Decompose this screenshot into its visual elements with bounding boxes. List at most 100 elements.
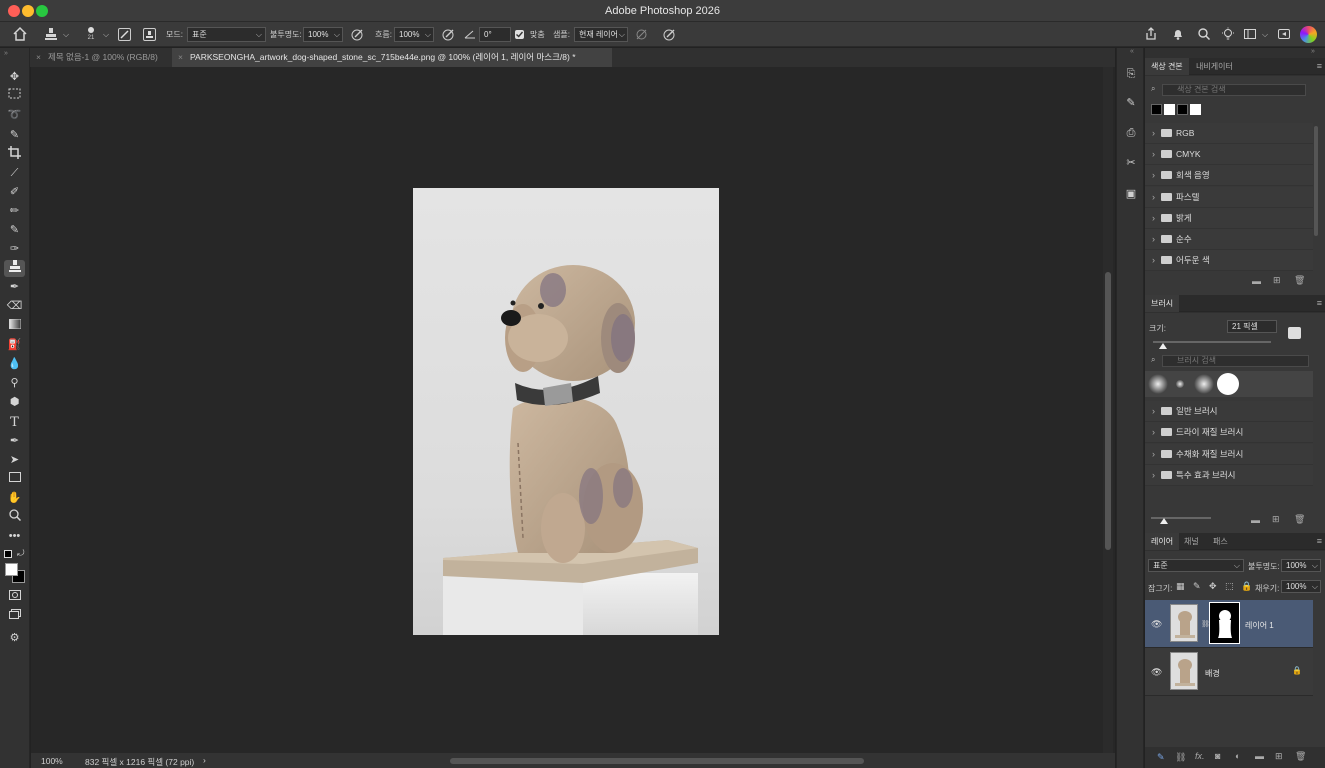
generative-icon[interactable]: [1277, 27, 1291, 41]
tab-layers[interactable]: 레이어: [1145, 533, 1180, 550]
collapse-icon[interactable]: »: [4, 50, 8, 57]
discover-lightbulb-icon[interactable]: [1221, 27, 1235, 41]
blend-mode-select[interactable]: 표준 ⌵: [1148, 559, 1244, 572]
flow-input[interactable]: 100% ⌵: [394, 27, 434, 42]
swatch-folder-cmyk[interactable]: › CMYK: [1145, 144, 1313, 165]
swatch-folder-pure[interactable]: › 순수: [1145, 229, 1313, 250]
foreground-color-swatch[interactable]: [5, 563, 18, 576]
soft-round-brush-icon[interactable]: [1148, 374, 1168, 394]
layer-name[interactable]: 레이어 1: [1245, 620, 1274, 631]
healing-brush-tool-icon[interactable]: ✐: [4, 184, 25, 201]
eyedropper-tool-icon[interactable]: ⟋: [4, 165, 25, 182]
history-panel-icon[interactable]: ⎘: [1122, 65, 1140, 83]
tool-preset-chevron-icon[interactable]: ⌵: [63, 22, 69, 47]
pen-tool-icon[interactable]: ✒: [4, 433, 25, 450]
fx-icon[interactable]: fx.: [1195, 751, 1205, 761]
new-layer-icon[interactable]: ⊞: [1275, 751, 1283, 762]
recent-swatch-4[interactable]: [1190, 104, 1201, 115]
dodge-tool-icon[interactable]: ⚲: [4, 375, 25, 392]
collapse-icon[interactable]: »: [1311, 48, 1315, 55]
brush-folder-general[interactable]: › 일반 브러시: [1145, 401, 1313, 422]
sample-select[interactable]: 현재 레이어 ⌵: [574, 27, 628, 42]
quick-selection-tool-icon[interactable]: ✎: [4, 127, 25, 144]
brush-settings-panel-icon[interactable]: ✎: [1122, 94, 1140, 112]
pencil-tool-icon[interactable]: ✎: [4, 222, 25, 239]
layer-opacity-input[interactable]: 100% ⌵: [1281, 559, 1321, 572]
sponge-tool-icon[interactable]: ⬢: [4, 394, 25, 411]
close-tab-icon[interactable]: ×: [178, 48, 183, 67]
tab-brushes[interactable]: 브러시: [1145, 295, 1180, 312]
canvas-vertical-scrollbar[interactable]: [1103, 67, 1113, 753]
lock-artboard-icon[interactable]: ⬚: [1225, 581, 1234, 592]
brush-preset-picker[interactable]: 21: [84, 24, 98, 44]
bell-icon[interactable]: [1171, 27, 1185, 41]
brush-tool-icon[interactable]: ✏: [4, 203, 25, 220]
clone-source-icon[interactable]: [143, 28, 156, 41]
adjustment-layer-icon[interactable]: ◐: [1235, 751, 1240, 761]
layer-row-background[interactable]: 👁 배경 🔒: [1145, 648, 1313, 696]
share-icon[interactable]: [1144, 27, 1158, 41]
horizontal-scroll-thumb[interactable]: [450, 758, 864, 764]
swap-colors-icon[interactable]: ⤾: [17, 548, 25, 559]
pressure-size-icon[interactable]: [662, 27, 677, 42]
blur-tool-icon[interactable]: 💧: [4, 356, 25, 373]
mode-select[interactable]: 표준 ⌵: [187, 27, 266, 42]
clone-source-panel-icon[interactable]: ⎙: [1122, 124, 1140, 142]
aligned-checkbox[interactable]: [515, 30, 524, 39]
crop-tool-icon[interactable]: [4, 146, 25, 163]
angle-input[interactable]: 0°: [479, 27, 511, 42]
layer-name[interactable]: 배경: [1205, 668, 1220, 679]
eye-icon[interactable]: 👁: [1151, 620, 1162, 629]
tools-presets-icon[interactable]: ✂: [1122, 154, 1140, 172]
generative-fill-icon[interactable]: ⚙: [4, 630, 25, 647]
vertical-scroll-thumb[interactable]: [1105, 272, 1111, 550]
tab-untitled-1[interactable]: × 제목 없음-1 @ 100% (RGB/8): [30, 48, 172, 67]
screen-mode-icon[interactable]: [4, 608, 25, 625]
brush-settings-icon[interactable]: [118, 28, 131, 41]
tab-navigator[interactable]: 내비게이터: [1190, 58, 1239, 75]
opacity-input[interactable]: 100% ⌵: [303, 27, 343, 42]
airbrush-icon[interactable]: [441, 27, 456, 42]
default-colors-icon[interactable]: [4, 550, 12, 558]
brush-preview-slider-thumb[interactable]: [1160, 518, 1168, 524]
workspace-chevron-icon[interactable]: ⌵: [1262, 22, 1268, 47]
new-group-folder-icon[interactable]: ▬: [1251, 515, 1260, 525]
workspace-icon[interactable]: [1243, 27, 1257, 41]
brush-size-input[interactable]: 21 픽셀: [1227, 320, 1277, 333]
panel-menu-icon[interactable]: ≡: [1317, 536, 1322, 546]
fill-input[interactable]: 100% ⌵: [1281, 580, 1321, 593]
brush-folder-special-effects[interactable]: › 특수 효과 브러시: [1145, 465, 1313, 486]
move-tool-icon[interactable]: ✥: [4, 69, 25, 86]
new-group-folder-icon[interactable]: ▬: [1252, 276, 1261, 286]
hard-round-brush-icon[interactable]: [1217, 373, 1239, 395]
eraser-tool-icon[interactable]: ⌫: [4, 298, 25, 315]
panel-menu-icon[interactable]: ≡: [1317, 298, 1322, 308]
brush-size-slider-track[interactable]: [1153, 341, 1271, 343]
new-brush-icon[interactable]: ⊞: [1272, 514, 1280, 525]
status-menu-arrow[interactable]: ›: [203, 755, 206, 765]
soft-round-brush-2-icon[interactable]: [1194, 374, 1214, 394]
history-brush-tool-icon[interactable]: ✒: [4, 279, 25, 296]
hand-tool-icon[interactable]: ✋: [4, 490, 25, 507]
swatch-folder-grayscale[interactable]: › 회색 음영: [1145, 165, 1313, 186]
gradient-tool-icon[interactable]: [4, 318, 25, 335]
swatches-scroll-thumb[interactable]: [1314, 126, 1318, 236]
tab-dog-artwork[interactable]: × PARKSEONGHA_artwork_dog-shaped_stone_s…: [172, 48, 612, 67]
brush-preset-chevron-icon[interactable]: ⌵: [103, 22, 109, 47]
add-mask-icon[interactable]: ◙: [1215, 751, 1220, 761]
recent-swatch-3[interactable]: [1177, 104, 1188, 115]
swatch-folder-pastel[interactable]: › 파스텔: [1145, 187, 1313, 208]
swatch-folder-rgb[interactable]: › RGB: [1145, 123, 1313, 144]
zoom-level[interactable]: 100%: [41, 756, 63, 766]
close-tab-icon[interactable]: ×: [36, 48, 41, 67]
search-icon[interactable]: [1197, 27, 1211, 41]
mixer-brush-tool-icon[interactable]: ✑: [4, 241, 25, 258]
lock-all-icon[interactable]: 🔒: [1241, 581, 1252, 592]
trash-icon[interactable]: 🗑: [1295, 751, 1306, 762]
new-group-folder-icon[interactable]: ▬: [1255, 751, 1264, 761]
layer-row-layer-1[interactable]: 👁 ⛓ 레이어 1: [1145, 600, 1313, 648]
new-swatch-icon[interactable]: ⊞: [1273, 275, 1281, 286]
pressure-opacity-icon[interactable]: [350, 27, 365, 42]
panel-menu-icon[interactable]: ≡: [1317, 61, 1322, 71]
type-tool-icon[interactable]: T: [4, 414, 25, 431]
